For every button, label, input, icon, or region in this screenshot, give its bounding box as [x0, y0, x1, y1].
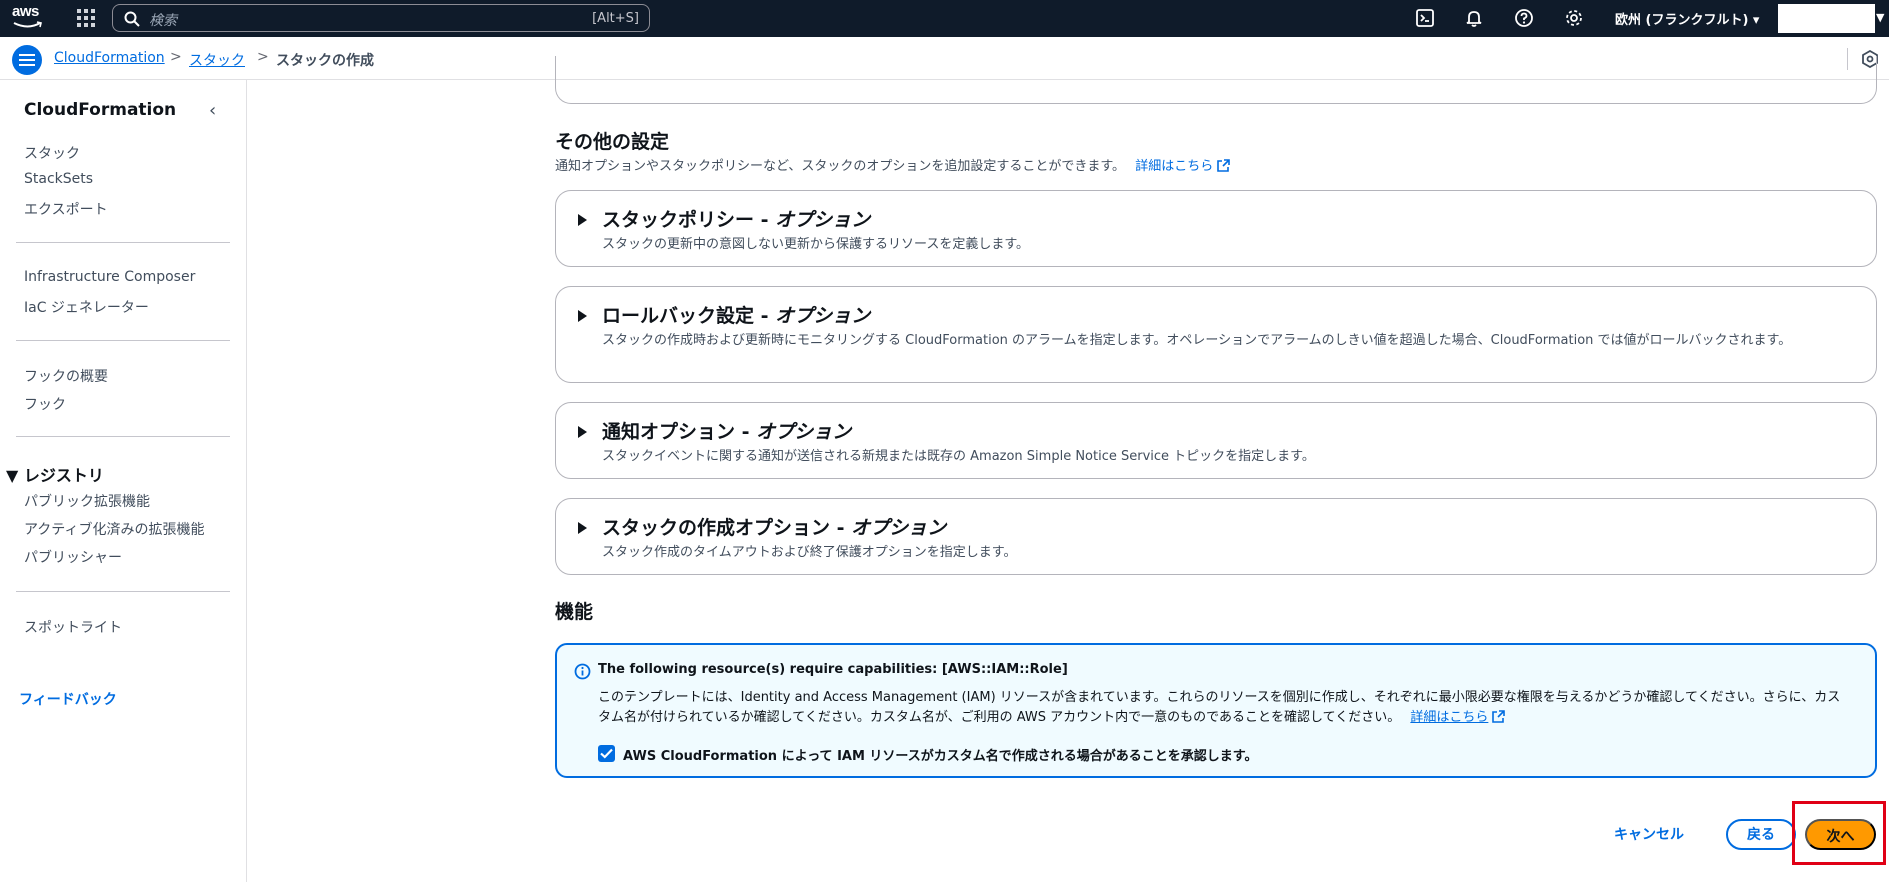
side-nav-toggle-button[interactable] [12, 45, 42, 75]
breadcrumb-separator: > [170, 49, 182, 65]
account-caret-icon[interactable]: ▼ [1876, 11, 1884, 24]
region-selector[interactable]: 欧州 (フランクフルト) ▾ [1615, 9, 1759, 28]
expander-notification-options[interactable]: 通知オプション - オプション スタックイベントに関する通知が送信される新規また… [555, 402, 1877, 479]
expander-stack-policy[interactable]: スタックポリシー - オプション スタックの更新中の意図しない更新から保護するリ… [555, 190, 1877, 267]
collapse-chevron-icon[interactable]: ‹ [209, 100, 216, 121]
alert-learn-more-link[interactable]: 詳細はこちら [1410, 710, 1488, 725]
alert-title: The following resource(s) require capabi… [598, 662, 1068, 677]
cloudshell-icon[interactable] [1415, 8, 1435, 28]
bell-icon[interactable] [1464, 8, 1484, 28]
sidebar-item-public-extensions[interactable]: パブリック拡張機能 [24, 491, 150, 511]
breadcrumb-separator: > [257, 49, 269, 65]
expander-title: スタックの作成オプション - オプション [602, 517, 947, 539]
search-placeholder: 検索 [149, 13, 177, 29]
breadcrumb-stacks[interactable]: スタック [189, 50, 245, 70]
top-navigation: aws 検索 [Alt+S] 欧州 (フランクフルト) ▾ ▼ [0, 0, 1889, 37]
sidebar-item-spotlight[interactable]: スポットライト [24, 617, 122, 637]
aws-logo-text: aws [12, 3, 39, 20]
next-button-highlight [1792, 801, 1886, 865]
checkmark-icon [600, 748, 613, 759]
sidebar-item-publishers[interactable]: パブリッシャー [24, 547, 122, 567]
expander-stack-creation-options[interactable]: スタックの作成オプション - オプション スタック作成のタイムアウトおよび終了保… [555, 498, 1877, 575]
capabilities-heading: 機能 [555, 601, 594, 623]
sidebar-item-hooks[interactable]: フック [24, 394, 66, 414]
expander-description: スタック作成のタイムアウトおよび終了保護オプションを指定します。 [602, 545, 1017, 560]
previous-section-container [555, 56, 1877, 104]
sidebar-item-iac-generator[interactable]: IaC ジェネレーター [24, 297, 149, 317]
sidebar-title[interactable]: CloudFormation [24, 100, 176, 120]
alert-body-text: このテンプレートには、Identity and Access Managemen… [598, 690, 1841, 725]
aws-logo[interactable]: aws [12, 4, 46, 32]
sidebar-item-hooks-overview[interactable]: フックの概要 [24, 366, 108, 386]
aws-smile-icon [13, 21, 42, 28]
gear-icon[interactable] [1564, 8, 1584, 28]
external-link-icon [1217, 159, 1231, 172]
sidebar-item-activated-extensions[interactable]: アクティブ化済みの拡張機能 [24, 519, 204, 539]
expander-description: スタックイベントに関する通知が送信される新規または既存の Amazon Simp… [602, 449, 1315, 464]
hamburger-icon [19, 54, 35, 66]
services-grid-icon[interactable] [77, 9, 95, 27]
expander-description: スタックの作成時および更新時にモニタリングする CloudFormation の… [602, 333, 1792, 348]
other-settings-description: 通知オプションやスタックポリシーなど、スタックのオプションを追加設定することがで… [555, 155, 1231, 174]
other-settings-heading: その他の設定 [555, 131, 670, 153]
side-navigation: CloudFormation ‹ スタック StackSets エクスポート I… [0, 80, 247, 882]
caret-right-icon [578, 426, 587, 438]
caret-right-icon [578, 310, 587, 322]
external-link-icon [1492, 710, 1506, 723]
caret-right-icon [578, 522, 587, 534]
other-settings-learn-more-link[interactable]: 詳細はこちら [1135, 159, 1213, 174]
help-icon[interactable] [1514, 8, 1534, 28]
breadcrumb-create-stack: スタックの作成 [276, 53, 374, 69]
info-icon [574, 663, 591, 680]
cancel-button[interactable]: キャンセル [1614, 824, 1684, 844]
expander-title: スタックポリシー - オプション [602, 209, 871, 231]
expander-description: スタックの更新中の意図しない更新から保護するリソースを定義します。 [602, 237, 1030, 252]
feedback-link[interactable]: フィードバック [19, 689, 117, 709]
sidebar-item-stacks[interactable]: スタック [24, 143, 80, 163]
breadcrumb-cloudformation[interactable]: CloudFormation [54, 50, 165, 66]
sidebar-item-stacksets[interactable]: StackSets [24, 171, 93, 187]
caret-right-icon [578, 214, 587, 226]
back-button[interactable]: 戻る [1726, 819, 1796, 850]
divider [16, 340, 230, 341]
account-menu[interactable] [1778, 4, 1875, 33]
search-shortcut: [Alt+S] [592, 11, 639, 26]
expander-title: ロールバック設定 - オプション [602, 305, 871, 327]
other-settings-desc-text: 通知オプションやスタックポリシーなど、スタックのオプションを追加設定することがで… [555, 159, 1126, 174]
sidebar-item-exports[interactable]: エクスポート [24, 199, 108, 219]
expander-rollback-config[interactable]: ロールバック設定 - オプション スタックの作成時および更新時にモニタリングする… [555, 286, 1877, 383]
search-icon [124, 11, 140, 27]
search-box[interactable]: 検索 [Alt+S] [112, 4, 650, 32]
sidebar-item-infrastructure-composer[interactable]: Infrastructure Composer [24, 269, 195, 285]
divider [16, 591, 230, 592]
acknowledge-iam-checkbox[interactable] [598, 745, 615, 762]
expander-title: 通知オプション - オプション [602, 421, 852, 443]
divider [16, 436, 230, 437]
sidebar-section-registry[interactable]: ▼ レジストリ [6, 462, 104, 486]
alert-body: このテンプレートには、Identity and Access Managemen… [598, 688, 1848, 728]
acknowledge-iam-label[interactable]: AWS CloudFormation によって IAM リソースがカスタム名で作… [623, 745, 1258, 764]
divider [16, 242, 230, 243]
capabilities-info-alert: The following resource(s) require capabi… [555, 643, 1877, 778]
